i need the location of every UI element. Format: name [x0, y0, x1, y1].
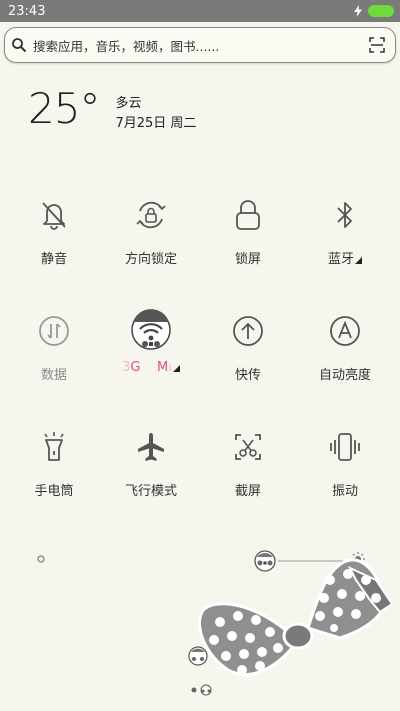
toggle-auto-brightness-label: 自动亮度 [318, 368, 371, 383]
lock-icon [228, 195, 268, 235]
toggle-mute[interactable]: 静音 [4, 190, 104, 290]
toggle-airplane-mode[interactable]: 飞行模式 [101, 422, 201, 522]
toggle-lock-screen-label: 锁屏 [234, 252, 261, 267]
weather-date: 7月25日 周二 [115, 116, 197, 131]
data-icon [34, 311, 74, 351]
status-icons [354, 5, 394, 17]
auto-brightness-icon [325, 311, 365, 351]
toggle-screenshot-label: 截屏 [234, 484, 261, 499]
expand-indicator-icon [172, 365, 180, 372]
toggle-quick-share-label: 快传 [234, 368, 261, 383]
page-indicator [190, 684, 216, 696]
airplane-icon [131, 427, 171, 467]
scan-icon[interactable] [369, 37, 385, 53]
status-bar: 23:43 [0, 0, 400, 22]
vibrate-icon [325, 427, 365, 467]
battery-icon [368, 5, 394, 17]
upload-icon [228, 311, 268, 351]
expand-indicator-icon [355, 257, 362, 264]
toggle-bluetooth-label: 蓝牙 [328, 248, 362, 267]
toggle-airplane-mode-label: 飞行模式 [124, 484, 177, 499]
toggle-rotation-lock[interactable]: 方向锁定 [101, 190, 201, 290]
toggle-rotation-lock-label: 方向锁定 [124, 252, 177, 267]
toggle-flashlight[interactable]: 手电筒 [4, 422, 104, 522]
toggle-wifi-label: 3G Mı [122, 360, 180, 375]
weather-temperature: 25° [28, 84, 100, 133]
rotation-lock-icon [131, 195, 171, 235]
toggle-lock-screen[interactable]: 锁屏 [198, 190, 298, 290]
flashlight-icon [34, 427, 74, 467]
toggle-auto-brightness[interactable]: 自动亮度 [295, 306, 395, 406]
toggle-mute-label: 静音 [40, 252, 67, 267]
wifi-label-a: G [130, 360, 141, 375]
toggle-vibrate[interactable]: 振动 [295, 422, 395, 522]
status-time: 23:43 [8, 3, 46, 19]
toggle-flashlight-label: 手电筒 [34, 484, 74, 499]
toggle-bluetooth-text: 蓝牙 [327, 252, 354, 267]
wifi-icon [129, 308, 173, 352]
toggle-bluetooth[interactable]: 蓝牙 [295, 190, 395, 290]
charging-icon [354, 5, 362, 17]
search-bar[interactable]: 搜索应用，音乐，视频，图书...... [4, 27, 396, 63]
search-placeholder[interactable]: 搜索应用，音乐，视频，图书...... [33, 36, 369, 55]
small-bow-icon [188, 646, 208, 666]
brightness-low-icon [37, 555, 45, 563]
toggle-screenshot[interactable]: 截屏 [198, 422, 298, 522]
weather-condition: 多云 [115, 96, 142, 111]
bluetooth-icon [325, 195, 365, 235]
wifi-label-b: M [157, 360, 169, 375]
screenshot-icon [228, 427, 268, 467]
toggle-quick-share[interactable]: 快传 [198, 306, 298, 406]
toggle-mobile-data-label: 数据 [40, 368, 67, 383]
search-icon [12, 38, 27, 53]
weather-info: 多云 7月25日 周二 [115, 94, 196, 134]
toggle-wifi[interactable]: 3G Mı [101, 306, 201, 406]
weather-widget[interactable]: 25° 多云 7月25日 周二 [28, 88, 196, 134]
toggle-vibrate-label: 振动 [331, 484, 358, 499]
page-dot-icon [191, 684, 212, 696]
wifi-label-suffix: ı [168, 360, 172, 375]
bell-off-icon [34, 195, 74, 235]
toggle-mobile-data[interactable]: 数据 [4, 306, 104, 406]
